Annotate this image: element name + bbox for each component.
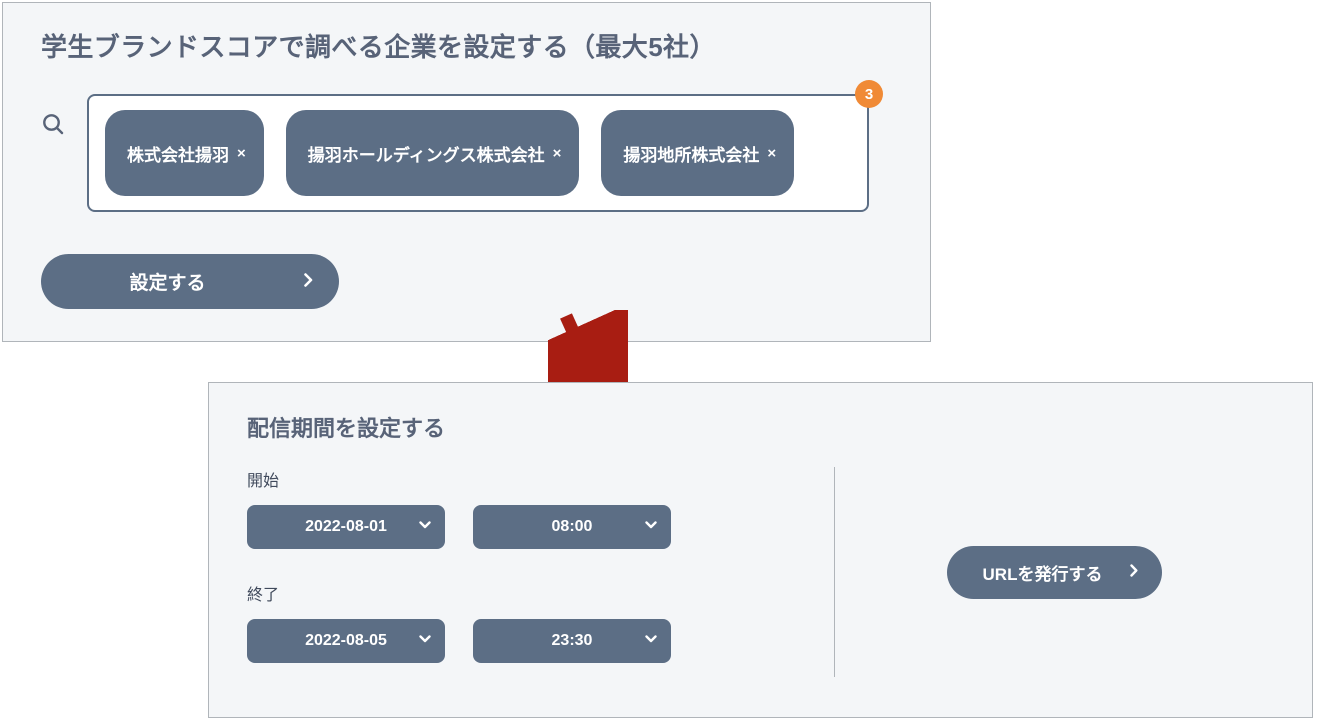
chevron-right-icon xyxy=(1130,564,1138,580)
chevron-down-icon xyxy=(645,518,657,536)
company-chip-box: 株式会社揚羽 × 揚羽ホールディングス株式会社 × 揚羽地所株式会社 × 3 xyxy=(87,94,869,212)
chip-remove-icon[interactable]: × xyxy=(767,145,776,162)
dropdown-value: 2022-08-01 xyxy=(247,518,445,536)
end-controls: 2022-08-05 23:30 xyxy=(247,619,824,663)
button-row: 設定する xyxy=(41,254,892,309)
chip-label: 株式会社揚羽 xyxy=(127,141,229,166)
start-time-dropdown[interactable]: 08:00 xyxy=(473,505,671,549)
button-label: URLを発行する xyxy=(983,560,1103,585)
issue-url-button[interactable]: URLを発行する xyxy=(947,546,1163,599)
chevron-down-icon xyxy=(419,632,431,650)
search-icon[interactable] xyxy=(41,112,65,141)
period-body: 開始 2022-08-01 08:00 終了 2022 xyxy=(247,467,1274,677)
dropdown-value: 2022-08-05 xyxy=(247,632,445,650)
chevron-right-icon xyxy=(304,273,313,290)
end-time-dropdown[interactable]: 23:30 xyxy=(473,619,671,663)
dropdown-value: 23:30 xyxy=(473,632,671,650)
button-label: 設定する xyxy=(67,268,268,295)
chip-remove-icon[interactable]: × xyxy=(237,145,246,162)
end-label: 終了 xyxy=(247,581,824,605)
company-chip: 株式会社揚羽 × xyxy=(105,110,264,196)
panel-title: 学生ブランドスコアで調べる企業を設定する（最大5社） xyxy=(41,27,892,64)
end-date-dropdown[interactable]: 2022-08-05 xyxy=(247,619,445,663)
company-chip: 揚羽地所株式会社 × xyxy=(601,110,794,196)
chip-label: 揚羽地所株式会社 xyxy=(623,141,759,166)
start-controls: 2022-08-01 08:00 xyxy=(247,505,824,549)
chevron-down-icon xyxy=(419,518,431,536)
selection-count-badge: 3 xyxy=(855,80,883,108)
company-chip: 揚羽ホールディングス株式会社 × xyxy=(286,110,580,196)
period-left-column: 開始 2022-08-01 08:00 終了 2022 xyxy=(247,467,835,677)
chevron-down-icon xyxy=(645,632,657,650)
chip-label: 揚羽ホールディングス株式会社 xyxy=(308,141,545,166)
set-companies-button[interactable]: 設定する xyxy=(41,254,339,309)
chip-remove-icon[interactable]: × xyxy=(553,145,562,162)
period-right-column: URLを発行する xyxy=(835,467,1274,677)
company-chip-input[interactable]: 株式会社揚羽 × 揚羽ホールディングス株式会社 × 揚羽地所株式会社 × xyxy=(87,94,869,212)
delivery-period-panel: 配信期間を設定する 開始 2022-08-01 08:00 終了 xyxy=(208,382,1313,718)
company-settings-panel: 学生ブランドスコアで調べる企業を設定する（最大5社） 株式会社揚羽 × 揚羽ホー… xyxy=(2,2,931,342)
start-label: 開始 xyxy=(247,467,824,491)
company-search-row: 株式会社揚羽 × 揚羽ホールディングス株式会社 × 揚羽地所株式会社 × 3 xyxy=(41,94,892,212)
panel-title: 配信期間を設定する xyxy=(247,411,1274,443)
start-date-dropdown[interactable]: 2022-08-01 xyxy=(247,505,445,549)
dropdown-value: 08:00 xyxy=(473,518,671,536)
